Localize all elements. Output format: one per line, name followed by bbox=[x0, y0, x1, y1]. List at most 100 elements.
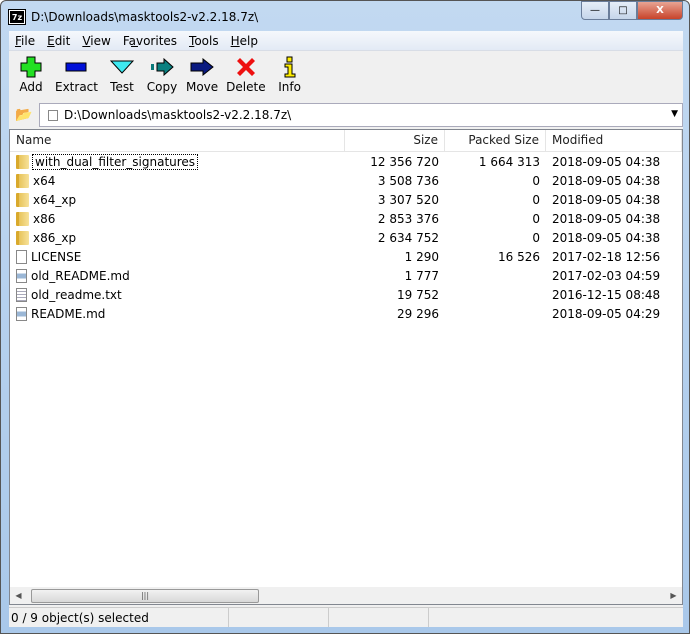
archive-icon bbox=[48, 109, 58, 121]
file-size: 19 752 bbox=[397, 287, 439, 302]
file-packed-size: 1 664 313 bbox=[478, 154, 540, 169]
file-packed-size: 0 bbox=[532, 211, 540, 226]
plus-icon bbox=[15, 54, 47, 80]
up-folder-button[interactable]: 📂 bbox=[9, 103, 39, 127]
menu-file[interactable]: File bbox=[9, 31, 41, 50]
info-icon bbox=[274, 54, 306, 80]
file-name: x64 bbox=[33, 173, 56, 188]
toolbar-label: Extract bbox=[55, 80, 98, 94]
add-button[interactable]: Add bbox=[11, 54, 51, 103]
minus-icon bbox=[60, 54, 92, 80]
file-name: x64_xp bbox=[33, 192, 77, 207]
txt-file-icon bbox=[16, 287, 27, 302]
scrollbar-thumb[interactable]: ||| bbox=[31, 588, 259, 603]
status-bar: 0 / 9 object(s) selected bbox=[9, 607, 683, 627]
scroll-left-icon[interactable]: ◀ bbox=[10, 591, 27, 600]
move-arrow-icon bbox=[186, 54, 218, 80]
file-size: 1 290 bbox=[404, 249, 439, 264]
column-packed-size[interactable]: Packed Size bbox=[445, 130, 546, 151]
extract-button[interactable]: Extract bbox=[51, 54, 102, 103]
file-size: 1 777 bbox=[404, 268, 439, 283]
delete-button[interactable]: Delete bbox=[222, 54, 269, 103]
column-modified[interactable]: Modified bbox=[546, 130, 682, 151]
file-name: README.md bbox=[31, 306, 106, 321]
file-size: 3 508 736 bbox=[377, 173, 439, 188]
copy-button[interactable]: Copy bbox=[142, 54, 182, 103]
title-bar: 7z D:\Downloads\masktools2-v2.2.18.7z\ bbox=[8, 7, 259, 27]
md-file-icon bbox=[16, 306, 27, 321]
file-name: old_readme.txt bbox=[31, 287, 122, 302]
file-modified: 2018-09-05 04:29 bbox=[552, 306, 661, 321]
move-button[interactable]: Move bbox=[182, 54, 222, 103]
file-name: LICENSE bbox=[31, 249, 82, 264]
file-modified: 2017-02-18 12:56 bbox=[552, 249, 661, 264]
file-name: x86 bbox=[33, 211, 56, 226]
file-list: Name Size Packed Size Modified with_dual… bbox=[9, 129, 683, 605]
menu-tools[interactable]: Tools bbox=[183, 31, 225, 50]
check-icon bbox=[106, 54, 138, 80]
file-size: 12 356 720 bbox=[370, 154, 439, 169]
file-packed-size: 0 bbox=[532, 173, 540, 188]
menu-edit[interactable]: Edit bbox=[41, 31, 76, 50]
md-file-icon bbox=[16, 268, 27, 283]
file-modified: 2016-12-15 08:48 bbox=[552, 287, 661, 302]
test-button[interactable]: Test bbox=[102, 54, 142, 103]
menu-label: View bbox=[82, 34, 111, 48]
file-row[interactable]: x64_xp 3 307 520 0 2018-09-05 04:38 bbox=[10, 190, 682, 209]
window: 7z D:\Downloads\masktools2-v2.2.18.7z\ —… bbox=[0, 0, 690, 634]
copy-arrow-icon bbox=[146, 54, 178, 80]
menu-label: Edit bbox=[47, 34, 71, 48]
file-size: 3 307 520 bbox=[377, 192, 439, 207]
folder-icon bbox=[16, 230, 29, 245]
file-packed-size: 0 bbox=[532, 192, 540, 207]
horizontal-scrollbar[interactable]: ◀ ||| ▶ bbox=[10, 587, 682, 604]
file-size: 2 634 752 bbox=[377, 230, 439, 245]
folder-icon bbox=[16, 211, 29, 226]
address-input[interactable]: D:\Downloads\masktools2-v2.2.18.7z\ ▼ bbox=[39, 103, 683, 127]
file-icon bbox=[16, 249, 27, 264]
menu-label: File bbox=[15, 34, 36, 48]
toolbar-label: Info bbox=[278, 80, 301, 94]
info-button[interactable]: Info bbox=[270, 54, 310, 103]
status-panel bbox=[229, 608, 329, 627]
file-size: 29 296 bbox=[397, 306, 439, 321]
column-size[interactable]: Size bbox=[345, 130, 445, 151]
address-path: D:\Downloads\masktools2-v2.2.18.7z\ bbox=[64, 108, 292, 122]
menu-label: Tools bbox=[189, 34, 219, 48]
address-bar: 📂 D:\Downloads\masktools2-v2.2.18.7z\ ▼ bbox=[9, 103, 683, 127]
file-row[interactable]: old_readme.txt 19 752 2016-12-15 08:48 bbox=[10, 285, 682, 304]
file-packed-size: 16 526 bbox=[498, 249, 540, 264]
dropdown-arrow-icon[interactable]: ▼ bbox=[671, 109, 678, 119]
close-button[interactable]: X bbox=[637, 1, 683, 20]
menu-favorites[interactable]: Favorites bbox=[117, 31, 183, 50]
minimize-button[interactable]: — bbox=[581, 1, 609, 20]
scroll-right-icon[interactable]: ▶ bbox=[665, 591, 682, 600]
file-row[interactable]: with_dual_filter_signatures 12 356 720 1 6… bbox=[10, 152, 682, 171]
file-row[interactable]: x86_xp 2 634 752 0 2018-09-05 04:38 bbox=[10, 228, 682, 247]
file-packed-size: 0 bbox=[532, 230, 540, 245]
menu-view[interactable]: View bbox=[76, 31, 116, 50]
toolbar: Add Extract Test Copy Move Delete Info bbox=[9, 51, 683, 103]
file-row[interactable]: x86 2 853 376 0 2018-09-05 04:38 bbox=[10, 209, 682, 228]
toolbar-label: Test bbox=[110, 80, 134, 94]
file-name: with_dual_filter_signatures bbox=[31, 153, 199, 170]
folder-icon bbox=[16, 173, 29, 188]
window-title: D:\Downloads\masktools2-v2.2.18.7z\ bbox=[31, 10, 259, 24]
column-name[interactable]: Name bbox=[10, 130, 345, 151]
menu-label: Help bbox=[230, 34, 258, 48]
file-modified: 2018-09-05 04:38 bbox=[552, 192, 661, 207]
toolbar-label: Add bbox=[19, 80, 43, 94]
file-row[interactable]: LICENSE 1 290 16 526 2017-02-18 12:56 bbox=[10, 247, 682, 266]
folder-up-icon: 📂 bbox=[15, 107, 33, 123]
status-selection: 0 / 9 object(s) selected bbox=[9, 608, 229, 627]
menu-help[interactable]: Help bbox=[225, 31, 264, 50]
file-row[interactable]: x64 3 508 736 0 2018-09-05 04:38 bbox=[10, 171, 682, 190]
folder-icon bbox=[16, 192, 29, 207]
file-name: old_README.md bbox=[31, 268, 130, 283]
status-panel bbox=[429, 608, 683, 627]
maximize-button[interactable]: □ bbox=[609, 1, 637, 20]
toolbar-label: Delete bbox=[226, 80, 266, 94]
file-row[interactable]: old_README.md 1 777 2017-02-03 04:59 bbox=[10, 266, 682, 285]
file-modified: 2018-09-05 04:38 bbox=[552, 211, 661, 226]
file-row[interactable]: README.md 29 296 2018-09-05 04:29 bbox=[10, 304, 682, 323]
